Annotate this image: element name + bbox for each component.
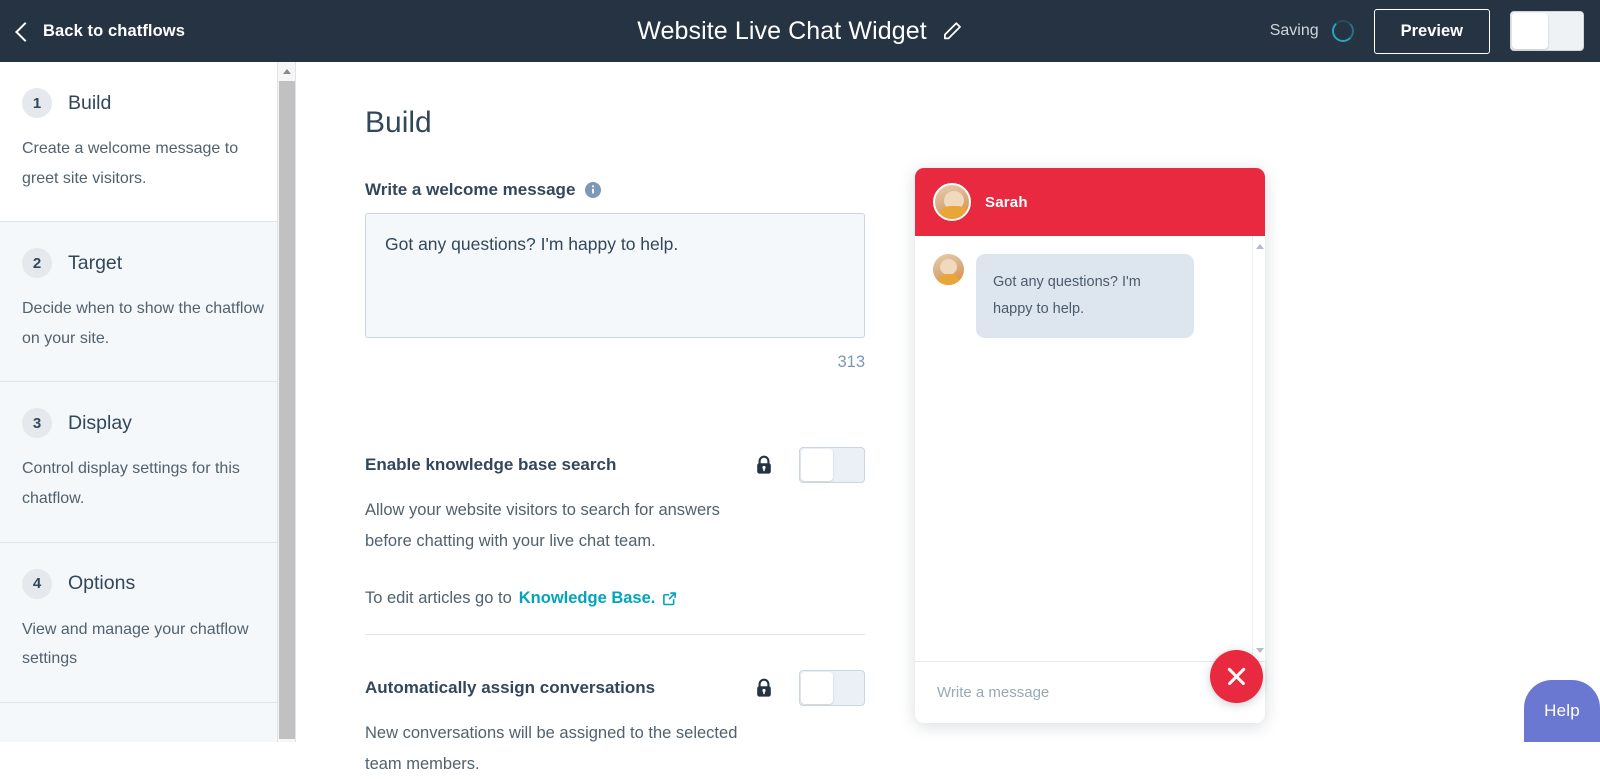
scroll-down-arrow-icon[interactable] (1253, 644, 1265, 657)
sidebar-scrollbar[interactable] (277, 62, 295, 742)
toggle-knob (1512, 13, 1548, 49)
sidebar-item-build[interactable]: 1 Build Create a welcome message to gree… (0, 62, 295, 223)
knowledge-base-link[interactable]: Knowledge Base. (519, 589, 656, 608)
agent-avatar (933, 183, 971, 221)
sidebar-item-target[interactable]: 2 Target Decide when to show the chatflo… (0, 222, 295, 383)
chat-message-bubble: Got any questions? I'm happy to help. (976, 254, 1194, 338)
agent-name: Sarah (985, 193, 1028, 211)
setting-knowledge-base-search: Enable knowledge base search Allow your … (365, 447, 865, 608)
scrollbar-thumb[interactable] (279, 81, 295, 739)
setting-description: Allow your website visitors to search fo… (365, 501, 720, 550)
auto-assign-toggle[interactable] (799, 670, 865, 706)
step-title: Target (68, 251, 123, 274)
field-label-row: Write a welcome message (365, 180, 865, 200)
setting-controls (755, 447, 865, 483)
step-header: 3 Display (22, 408, 273, 439)
preview-button[interactable]: Preview (1373, 8, 1490, 54)
back-to-chatflows-label: Back to chatflows (43, 21, 185, 40)
steps-sidebar: 1 Build Create a welcome message to gree… (0, 62, 296, 742)
help-label: Help (1544, 701, 1580, 720)
main-content: Build Write a welcome message 313 Enable… (297, 62, 1600, 773)
step-title: Display (68, 411, 132, 434)
chat-scrollbar[interactable] (1252, 236, 1265, 661)
help-button[interactable]: Help (1524, 680, 1600, 742)
step-description: View and manage your chatflow settings (22, 620, 249, 668)
external-link-icon[interactable] (662, 591, 677, 606)
saving-label: Saving (1269, 22, 1319, 39)
info-icon[interactable] (585, 182, 602, 198)
step-header: 1 Build (22, 88, 273, 118)
top-app-bar: Back to chatflows Website Live Chat Widg… (0, 0, 1600, 62)
chat-message-list: Got any questions? I'm happy to help. (915, 236, 1265, 661)
chat-input-placeholder: Write a message (937, 684, 1050, 701)
pencil-icon[interactable] (941, 20, 963, 42)
chat-message: Got any questions? I'm happy to help. (915, 236, 1265, 338)
setting-description: New conversations will be assigned to th… (365, 724, 738, 773)
step-number-badge: 4 (22, 568, 52, 599)
step-description: Decide when to show the chatflow on your… (22, 300, 264, 347)
lock-icon[interactable] (755, 455, 773, 475)
chat-widget-preview: Sarah Got any questions? I'm happy to he… (915, 168, 1265, 723)
sidebar-item-options[interactable]: 4 Options View and manage your chatflow … (0, 542, 295, 703)
step-number-badge: 2 (22, 248, 52, 279)
agent-avatar (933, 254, 964, 285)
scroll-up-arrow-icon[interactable] (1253, 240, 1265, 253)
setting-header: Automatically assign conversations (365, 670, 865, 706)
welcome-message-input[interactable] (365, 213, 865, 338)
setting-title: Enable knowledge base search (365, 455, 617, 474)
setting-header: Enable knowledge base search (365, 447, 865, 483)
setting-auto-assign-conversations: Automatically assign conversations New c… (365, 670, 865, 779)
step-description: Control display settings for this chatfl… (22, 460, 240, 507)
step-number-badge: 3 (22, 408, 52, 439)
loading-spinner-icon (1331, 20, 1354, 42)
setting-controls (755, 670, 865, 706)
header-actions: Saving Preview (1270, 8, 1584, 54)
welcome-message-field: Write a welcome message 313 (365, 180, 865, 372)
step-header: 4 Options (22, 568, 273, 599)
sidebar-item-display[interactable]: 3 Display Control display settings for t… (0, 382, 295, 543)
knowledge-base-footnote: To edit articles go to Knowledge Base. (365, 589, 865, 608)
footnote-prefix: To edit articles go to (365, 589, 512, 608)
knowledge-base-search-toggle[interactable] (799, 447, 865, 483)
setting-title: Automatically assign conversations (365, 678, 656, 697)
scroll-up-arrow-icon[interactable] (278, 62, 295, 80)
step-title: Build (68, 91, 112, 114)
welcome-message-label: Write a welcome message (365, 180, 576, 199)
section-heading: Build (365, 106, 432, 139)
section-divider (365, 634, 865, 635)
document-title-group: Website Live Chat Widget (637, 17, 963, 46)
publish-toggle[interactable] (1510, 11, 1584, 51)
page-title: Website Live Chat Widget (637, 16, 927, 45)
step-header: 2 Target (22, 248, 273, 279)
chevron-left-icon (15, 21, 35, 42)
lock-icon[interactable] (755, 678, 773, 698)
step-description: Create a welcome message to greet site v… (22, 140, 239, 187)
toggle-knob (801, 672, 833, 704)
body-area: 1 Build Create a welcome message to gree… (0, 62, 1600, 773)
toggle-knob (801, 449, 833, 481)
chat-widget-header: Sarah (915, 168, 1265, 236)
character-count: 313 (837, 353, 865, 371)
back-to-chatflows-link[interactable]: Back to chatflows (15, 21, 185, 42)
saving-status: Saving (1270, 20, 1354, 42)
step-number-badge: 1 (22, 88, 52, 118)
chat-close-button[interactable] (1210, 650, 1263, 703)
step-title: Options (68, 572, 136, 595)
